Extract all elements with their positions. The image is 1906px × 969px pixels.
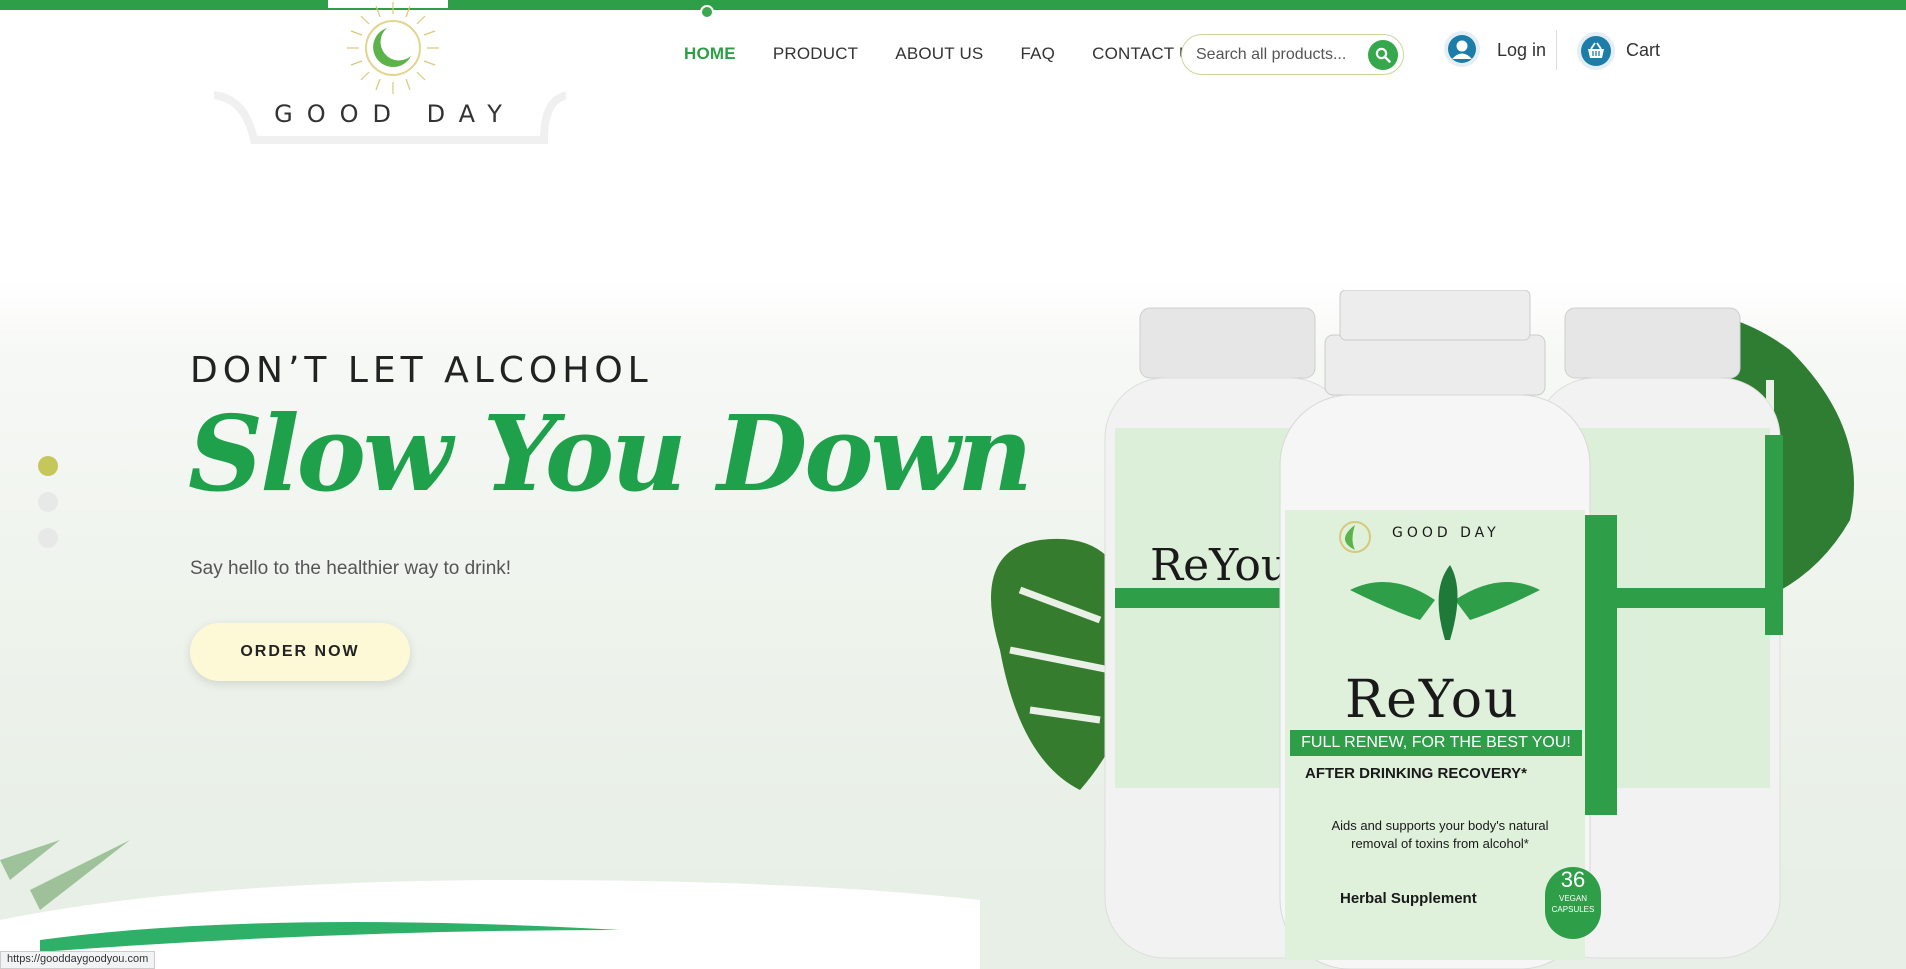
svg-text:ReYou: ReYou [1150, 540, 1289, 591]
nav-item-about-us[interactable]: ABOUT US [895, 44, 983, 64]
bottle-product-name: ReYou [1345, 670, 1520, 730]
search-box [1181, 34, 1404, 75]
bottle-banner: FULL RENEW, FOR THE BEST YOU! [1290, 730, 1582, 756]
decorative-wave [0, 840, 980, 969]
order-now-button[interactable]: ORDER NOW [190, 623, 410, 681]
cart-link[interactable]: Cart [1626, 40, 1660, 61]
logo-wordmark[interactable]: GOOD DAY [250, 100, 540, 128]
active-nav-indicator [700, 5, 714, 19]
login-link[interactable]: Log in [1497, 40, 1546, 61]
header-divider [1556, 30, 1557, 70]
hero-kicker: DON’T LET ALCOHOL [190, 350, 653, 391]
hero-subtitle: Say hello to the healthier way to drink! [190, 558, 512, 579]
nav-item-faq[interactable]: FAQ [1020, 44, 1055, 64]
search-icon [1375, 47, 1391, 63]
bottle-claim: AFTER DRINKING RECOVERY* [1305, 765, 1527, 782]
user-icon [1448, 35, 1476, 63]
hero-headline: Slow You Down [188, 392, 1033, 515]
slider-dot-2[interactable] [38, 492, 58, 512]
bottle-brand: GOOD DAY [1392, 525, 1500, 541]
cart-icon[interactable] [1577, 32, 1615, 70]
nav-item-home[interactable]: HOME [684, 44, 736, 64]
slider-dot-3[interactable] [38, 528, 58, 548]
status-bar-url: https://gooddaygoodyou.com [0, 951, 156, 969]
basket-icon [1581, 36, 1611, 66]
search-input[interactable] [1196, 44, 1356, 66]
slider-pagination [38, 456, 58, 564]
page: GOOD DAY HOME PRODUCT ABOUT US FAQ CONTA… [0, 0, 1906, 969]
slider-dot-1[interactable] [38, 456, 58, 476]
user-account-icon[interactable] [1444, 31, 1480, 67]
search-button[interactable] [1368, 40, 1398, 70]
nav-item-product[interactable]: PRODUCT [773, 44, 858, 64]
main-nav: HOME PRODUCT ABOUT US FAQ CONTACT US [684, 44, 1240, 64]
